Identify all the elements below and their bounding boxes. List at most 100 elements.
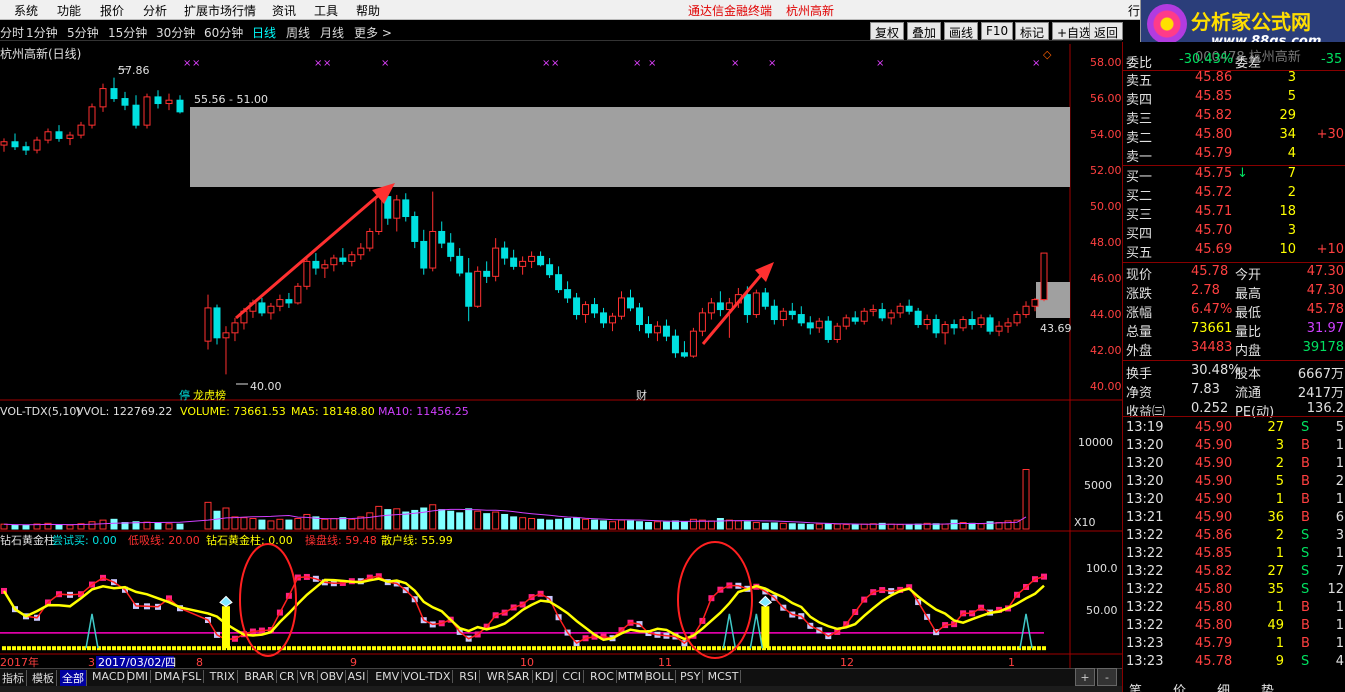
candle[interactable] [312,253,320,275]
candle[interactable] [33,136,41,154]
menu-extended-market[interactable]: 扩展市场行情 [184,2,256,19]
candle[interactable] [44,128,52,144]
candle[interactable] [213,304,221,345]
candle[interactable] [591,297,599,318]
candle[interactable] [851,311,859,325]
indicator-tab[interactable]: EMV [373,670,403,683]
indicator-tab[interactable]: BRAR [242,670,278,683]
candle[interactable] [285,292,293,308]
candle[interactable] [635,302,643,332]
f10-button[interactable]: F10 [981,22,1014,40]
period-intraday[interactable]: 分时 [0,24,24,41]
candle[interactable] [11,133,19,151]
finance-marker[interactable]: 财 [636,388,647,402]
scroll-right-button[interactable]: - [1097,668,1117,686]
candle[interactable] [267,302,275,320]
candle[interactable] [833,322,841,343]
draw-line-button[interactable]: 画线 [944,22,979,40]
indicator-tab[interactable]: ROC [588,670,617,683]
candle[interactable] [420,229,428,275]
candle[interactable] [923,314,931,330]
candle[interactable] [546,258,554,278]
candle[interactable] [573,292,581,320]
indicator-tab[interactable]: BOLL [643,670,677,683]
period-15min[interactable]: 15分钟 [108,24,147,41]
candle[interactable] [869,304,877,317]
candle[interactable] [770,299,778,325]
candle[interactable] [609,312,617,332]
candle[interactable] [689,327,697,358]
candle[interactable] [905,299,913,315]
menu-news[interactable]: 资讯 [272,2,296,19]
candle[interactable] [815,317,823,333]
candle[interactable] [456,248,464,277]
candle[interactable] [564,281,572,303]
candle[interactable] [132,95,140,129]
candle[interactable] [348,251,356,267]
candle[interactable] [662,319,670,342]
indicator-tab[interactable]: KDJ [533,670,557,683]
period-monthly[interactable]: 月线 [320,24,344,41]
candle[interactable] [860,307,868,325]
candle[interactable] [582,301,590,323]
candle[interactable] [121,91,129,111]
candle[interactable] [88,103,96,129]
candle[interactable] [932,314,940,338]
indicator-tab[interactable]: RSI [457,670,481,683]
candle[interactable] [761,287,769,310]
menu-analysis[interactable]: 分析 [143,2,167,19]
candle[interactable] [55,125,63,142]
candle[interactable] [258,297,266,317]
period-30min[interactable]: 30分钟 [156,24,195,41]
candle[interactable] [510,249,518,270]
candle[interactable] [22,141,30,156]
candle[interactable] [671,329,679,358]
indicator-tab[interactable]: MCST [706,670,742,683]
candle[interactable] [176,95,184,114]
period-more[interactable]: 更多 > [354,24,392,41]
restore-rights-button[interactable]: 复权 [870,22,905,40]
candle[interactable] [941,321,949,345]
candle[interactable] [1013,311,1021,327]
panel-tab[interactable]: 势 [1261,680,1274,692]
candle[interactable] [110,77,118,102]
candle[interactable] [429,191,437,272]
candle[interactable] [222,326,230,375]
candle[interactable] [600,307,608,328]
candle[interactable] [914,307,922,328]
candle[interactable] [519,256,527,275]
candle[interactable] [716,291,724,317]
menu-system[interactable]: 系统 [14,2,38,19]
indicator-tab[interactable]: ASI [346,670,369,683]
indicator-tab[interactable]: OBV [318,670,347,683]
candle[interactable] [99,83,107,112]
candle[interactable] [959,316,967,332]
menu-overflow[interactable]: 行 [1128,2,1140,19]
candle[interactable] [411,211,419,249]
candle[interactable] [537,251,545,267]
indicator-tab[interactable]: DMA [152,670,183,683]
candle[interactable] [707,297,715,320]
indicator-tab[interactable]: 全部 [60,670,87,686]
indicator-tab[interactable]: CR [277,670,298,683]
candle[interactable] [321,259,329,278]
candle[interactable] [824,316,832,343]
candle[interactable] [438,221,446,249]
candle[interactable] [154,90,162,109]
period-5min[interactable]: 5分钟 [67,24,99,41]
candle[interactable] [788,302,796,320]
candle[interactable] [977,314,985,328]
candle[interactable] [986,314,994,335]
candle[interactable] [1040,252,1048,302]
panel-tab[interactable]: 价 [1173,680,1186,692]
candle[interactable] [330,254,338,272]
candle[interactable] [653,321,661,342]
candle[interactable] [231,317,239,342]
period-weekly[interactable]: 周线 [286,24,310,41]
candle[interactable] [1022,301,1030,318]
candle[interactable] [779,307,787,327]
candle[interactable] [294,282,302,305]
candle[interactable] [465,258,473,322]
scroll-left-button[interactable]: + [1075,668,1095,686]
candle[interactable] [339,248,347,265]
